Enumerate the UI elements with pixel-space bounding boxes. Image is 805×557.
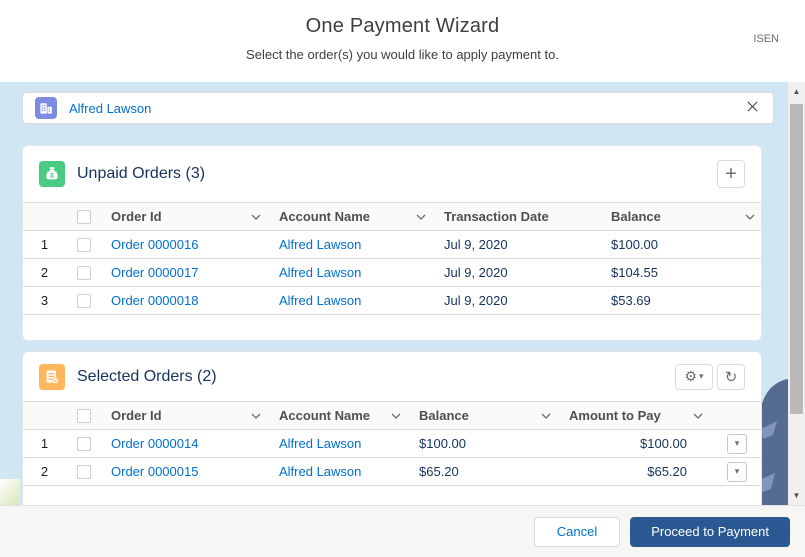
settings-dropdown-button[interactable]: ⚙ ▾: [675, 364, 713, 390]
refresh-icon: ↻: [725, 368, 738, 386]
column-header-order-id[interactable]: Order Id: [101, 402, 269, 429]
column-header-account-name[interactable]: Account Name: [269, 402, 409, 429]
refresh-button[interactable]: ↻: [717, 364, 745, 390]
close-icon: [746, 100, 759, 116]
order-link[interactable]: Order 0000018: [111, 293, 198, 308]
column-header-account-name[interactable]: Account Name: [269, 203, 434, 230]
unpaid-orders-card: $ Unpaid Orders (3) + Order Id Account N…: [22, 145, 762, 341]
selected-orders-card: Selected Orders (2) ⚙ ▾ ↻ Order Id Accou…: [22, 351, 762, 505]
column-header-balance[interactable]: Balance: [409, 402, 559, 429]
selected-orders-header: Selected Orders (2) ⚙ ▾ ↻: [23, 352, 761, 401]
selected-orders-title: Selected Orders (2): [77, 368, 217, 386]
account-link[interactable]: Alfred Lawson: [279, 464, 361, 479]
balance-value: $65.20: [409, 464, 559, 479]
chevron-down-icon: ▾: [735, 438, 740, 449]
balance-value: $53.69: [601, 293, 762, 308]
vertical-scrollbar[interactable]: ▲ ▼: [788, 82, 805, 505]
row-checkbox[interactable]: [77, 238, 91, 252]
account-link[interactable]: Alfred Lawson: [279, 436, 361, 451]
select-all-checkbox[interactable]: [77, 409, 91, 423]
lookup-selected-value: Alfred Lawson: [69, 101, 151, 116]
select-all-checkbox[interactable]: [77, 210, 91, 224]
wizard-footer: Cancel Proceed to Payment: [0, 505, 805, 557]
row-number: 1: [23, 436, 66, 451]
column-header-transaction-date[interactable]: Transaction Date: [434, 203, 601, 230]
money-bag-icon: $: [39, 161, 65, 187]
modal-body: Alfred Lawson $ Unpaid Orders (3) +: [0, 82, 788, 505]
table-row: 2 Order 0000017 Alfred Lawson Jul 9, 202…: [23, 259, 761, 287]
order-link[interactable]: Order 0000014: [111, 436, 198, 451]
chevron-down-icon[interactable]: [251, 214, 261, 220]
wizard-header: One Payment Wizard Select the order(s) y…: [0, 0, 805, 82]
column-header-balance[interactable]: Balance: [601, 203, 762, 230]
row-number: 2: [23, 265, 66, 280]
amount-to-pay-value: $65.20: [559, 464, 711, 479]
chevron-down-icon[interactable]: [416, 214, 426, 220]
cancel-button[interactable]: Cancel: [534, 517, 620, 547]
clear-lookup-button[interactable]: [743, 99, 761, 117]
table-row: 1 Order 0000014 Alfred Lawson $100.00 $1…: [23, 430, 761, 458]
transaction-date: Jul 9, 2020: [434, 265, 601, 280]
account-lookup-field[interactable]: Alfred Lawson: [22, 92, 774, 124]
column-header-amount-to-pay[interactable]: Amount to Pay: [559, 402, 711, 429]
unpaid-table-header: Order Id Account Name Transaction Date B…: [23, 202, 761, 231]
table-row: 2 Order 0000015 Alfred Lawson $65.20 $65…: [23, 458, 761, 486]
account-link[interactable]: Alfred Lawson: [279, 237, 361, 252]
account-icon: [35, 97, 57, 119]
account-link[interactable]: Alfred Lawson: [279, 265, 361, 280]
plus-icon: +: [725, 164, 737, 184]
amount-to-pay-value: $100.00: [559, 436, 711, 451]
chevron-down-icon[interactable]: [251, 413, 261, 419]
row-checkbox[interactable]: [77, 465, 91, 479]
balance-value: $100.00: [601, 237, 762, 252]
proceed-to-payment-button[interactable]: Proceed to Payment: [630, 517, 790, 547]
row-number: 1: [23, 237, 66, 252]
order-link[interactable]: Order 0000017: [111, 265, 198, 280]
row-checkbox[interactable]: [77, 437, 91, 451]
selected-table-header: Order Id Account Name Balance Amount to …: [23, 401, 761, 430]
balance-value: $100.00: [409, 436, 559, 451]
caret-down-icon: ▾: [699, 371, 704, 382]
page-title: One Payment Wizard: [0, 0, 805, 38]
page-subtitle: Select the order(s) you would like to ap…: [0, 47, 805, 62]
table-row: 1 Order 0000016 Alfred Lawson Jul 9, 202…: [23, 231, 761, 259]
unpaid-orders-title: Unpaid Orders (3): [77, 165, 205, 183]
scrollbar-thumb[interactable]: [790, 104, 803, 414]
balance-value: $104.55: [601, 265, 762, 280]
row-actions-button[interactable]: ▾: [727, 434, 747, 454]
orders-icon: [39, 364, 65, 390]
row-actions-button[interactable]: ▾: [727, 462, 747, 482]
transaction-date: Jul 9, 2020: [434, 237, 601, 252]
row-number: 3: [23, 293, 66, 308]
unpaid-orders-header: $ Unpaid Orders (3) +: [23, 146, 761, 202]
row-checkbox[interactable]: [77, 266, 91, 280]
account-link[interactable]: Alfred Lawson: [279, 293, 361, 308]
chevron-down-icon[interactable]: [541, 413, 551, 419]
order-link[interactable]: Order 0000015: [111, 464, 198, 479]
corner-text: ISEN: [753, 33, 779, 45]
chevron-down-icon[interactable]: [391, 413, 401, 419]
gear-icon: ⚙: [684, 368, 697, 385]
table-row: 3 Order 0000018 Alfred Lawson Jul 9, 202…: [23, 287, 761, 315]
chevron-down-icon[interactable]: [745, 214, 755, 220]
column-header-order-id[interactable]: Order Id: [101, 203, 269, 230]
chevron-down-icon: ▾: [735, 466, 740, 477]
scroll-down-button[interactable]: ▼: [788, 488, 805, 503]
background-grass: [0, 479, 20, 505]
row-checkbox[interactable]: [77, 294, 91, 308]
add-order-button[interactable]: +: [717, 160, 745, 188]
scroll-up-button[interactable]: ▲: [788, 84, 805, 99]
row-number: 2: [23, 464, 66, 479]
svg-text:$: $: [50, 173, 54, 180]
transaction-date: Jul 9, 2020: [434, 293, 601, 308]
chevron-down-icon[interactable]: [693, 413, 703, 419]
order-link[interactable]: Order 0000016: [111, 237, 198, 252]
